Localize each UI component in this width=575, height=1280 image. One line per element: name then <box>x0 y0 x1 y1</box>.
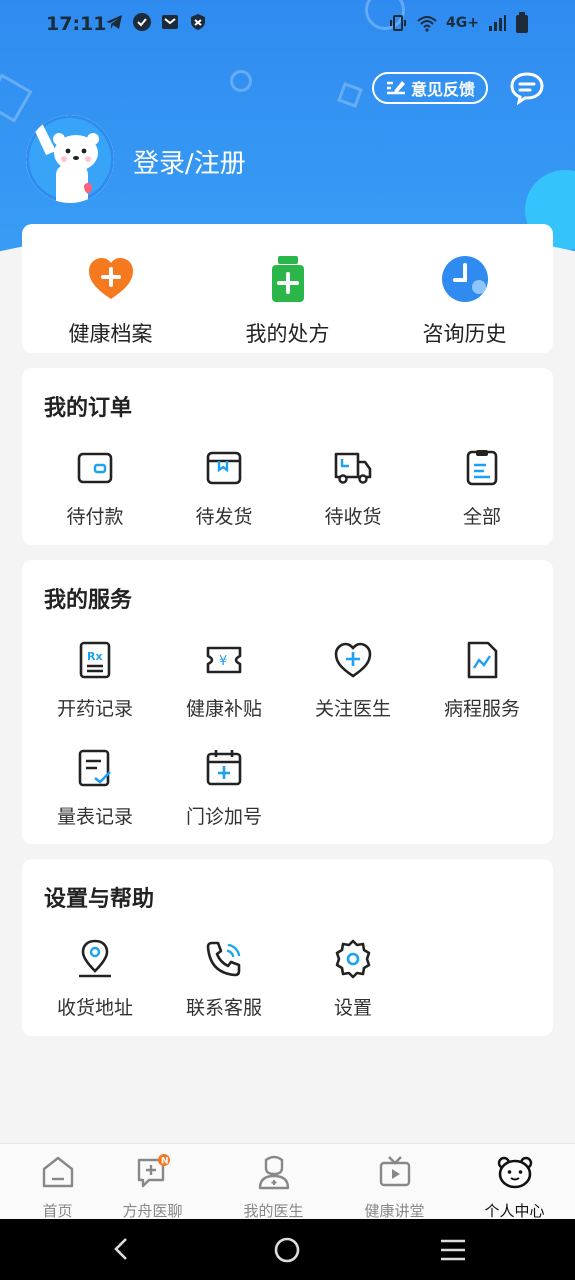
wifi-icon <box>417 16 437 32</box>
shield-icon <box>191 14 205 30</box>
order-all[interactable]: 全部 <box>416 448 548 529</box>
decor-square <box>0 73 33 123</box>
svg-text:¥: ¥ <box>219 654 227 669</box>
chat-plus-icon: N <box>137 1154 170 1188</box>
service-label: 门诊加号 <box>185 806 262 828</box>
order-pending-receipt[interactable]: 待收货 <box>287 448 419 529</box>
service-clinic-appointment[interactable]: 门诊加号 <box>158 748 290 829</box>
quick-action-label: 健康档案 <box>68 322 153 346</box>
signal-icon <box>489 15 506 31</box>
decor-circle <box>230 70 252 92</box>
service-label: 开药记录 <box>56 698 133 720</box>
service-label: 量表记录 <box>56 806 133 828</box>
message-icon[interactable] <box>509 71 545 105</box>
telegram-icon <box>106 15 122 29</box>
tab-my-doctor[interactable]: 我的医生 <box>216 1144 331 1221</box>
order-label: 全部 <box>462 506 501 528</box>
tab-label: 我的医生 <box>243 1202 304 1220</box>
feedback-button[interactable]: 意见反馈 <box>372 72 488 104</box>
order-label: 待发货 <box>195 506 253 528</box>
quick-actions-card: 健康档案 我的处方 咨询历史 <box>22 224 553 353</box>
status-time: 17:11 <box>46 13 107 35</box>
clock-icon <box>441 256 488 302</box>
coupon-icon: ¥ <box>206 646 242 674</box>
home-icon <box>42 1156 73 1188</box>
service-label: 关注医生 <box>314 698 391 720</box>
network-type: 4G+ <box>446 15 479 31</box>
tv-icon <box>379 1156 410 1187</box>
tab-label: 健康讲堂 <box>364 1202 425 1220</box>
services-card: 我的服务 Rx 开药记录 ¥ 健康补贴 关注医生 病程服务 量表记录 门诊加号 <box>22 560 553 844</box>
system-nav-bar <box>0 1219 575 1280</box>
order-pending-payment[interactable]: 待付款 <box>29 448 161 529</box>
setting-shipping-address[interactable]: 收货地址 <box>29 939 161 1020</box>
service-follow-doctor[interactable]: 关注医生 <box>287 640 419 721</box>
clipboard-icon <box>466 450 498 486</box>
orders-title: 我的订单 <box>44 396 133 421</box>
vibrate-icon <box>390 15 407 31</box>
tab-health-lecture[interactable]: 健康讲堂 <box>337 1144 452 1221</box>
decor-square <box>337 82 363 108</box>
service-prescription-records[interactable]: Rx 开药记录 <box>29 640 161 721</box>
truck-icon <box>334 452 372 484</box>
bear-face-icon <box>497 1156 532 1189</box>
order-label: 待付款 <box>66 506 124 528</box>
orders-card: 我的订单 待付款 待发货 待收货 全部 <box>22 368 553 545</box>
back-icon[interactable] <box>108 1235 136 1263</box>
recents-icon[interactable] <box>438 1237 468 1263</box>
status-bar: 17:11 4G+ <box>0 0 575 48</box>
service-label: 健康补贴 <box>185 698 262 720</box>
doctor-icon <box>258 1155 289 1190</box>
setting-customer-service[interactable]: 联系客服 <box>158 939 290 1020</box>
service-label: 病程服务 <box>443 698 520 720</box>
settings-title: 设置与帮助 <box>44 887 155 912</box>
avatar[interactable] <box>26 115 114 203</box>
services-title: 我的服务 <box>44 588 133 613</box>
service-health-subsidy[interactable]: ¥ 健康补贴 <box>158 640 290 721</box>
heart-plus-outline-icon <box>334 642 372 678</box>
gear-icon <box>335 939 371 979</box>
feedback-label: 意见反馈 <box>410 80 475 99</box>
phone-icon <box>206 941 241 977</box>
mail-icon <box>162 15 178 29</box>
prescription-icon: Rx <box>79 641 111 679</box>
svg-text:N: N <box>161 1157 169 1167</box>
chart-document-icon <box>467 641 498 679</box>
quick-action-consult-history[interactable]: 咨询历史 <box>376 224 553 348</box>
order-label: 待收货 <box>324 506 382 528</box>
tab-label: 个人中心 <box>484 1202 545 1220</box>
home-circle-icon[interactable] <box>272 1235 302 1265</box>
checklist-icon <box>78 749 111 787</box>
notification-icons <box>104 12 208 32</box>
quick-action-label: 咨询历史 <box>422 322 507 346</box>
system-icons: 4G+ <box>388 12 529 34</box>
setting-label: 设置 <box>333 997 372 1019</box>
calendar-plus-icon <box>206 750 242 786</box>
service-course-service[interactable]: 病程服务 <box>416 640 548 721</box>
bear-avatar-icon <box>26 115 114 203</box>
quick-action-prescription[interactable]: 我的处方 <box>199 224 376 348</box>
setting-settings[interactable]: 设置 <box>287 939 419 1020</box>
settings-card: 设置与帮助 收货地址 联系客服 设置 <box>22 859 553 1036</box>
edit-icon <box>386 81 405 95</box>
bottom-tab-bar: 首页 N 方舟医聊 我的医生 健康讲堂 个人中心 <box>0 1143 575 1220</box>
setting-label: 收货地址 <box>56 997 133 1019</box>
order-pending-shipment[interactable]: 待发货 <box>158 448 290 529</box>
package-icon <box>206 451 242 485</box>
location-pin-icon <box>79 939 111 978</box>
medicine-bottle-icon <box>271 256 304 302</box>
tab-personal-center[interactable]: 个人中心 <box>457 1144 572 1221</box>
tab-label: 方舟医聊 <box>122 1202 183 1220</box>
tab-ark-chat[interactable]: N 方舟医聊 <box>95 1144 210 1221</box>
setting-label: 联系客服 <box>185 997 262 1019</box>
battery-icon <box>516 12 528 33</box>
heart-plus-icon <box>88 258 133 299</box>
quick-action-label: 我的处方 <box>245 322 330 346</box>
verified-icon <box>133 13 151 31</box>
quick-action-health-record[interactable]: 健康档案 <box>22 224 199 348</box>
wallet-icon <box>77 452 113 484</box>
login-register-link[interactable]: 登录/注册 <box>133 143 246 180</box>
svg-text:Rx: Rx <box>87 650 103 663</box>
service-scale-records[interactable]: 量表记录 <box>29 748 161 829</box>
